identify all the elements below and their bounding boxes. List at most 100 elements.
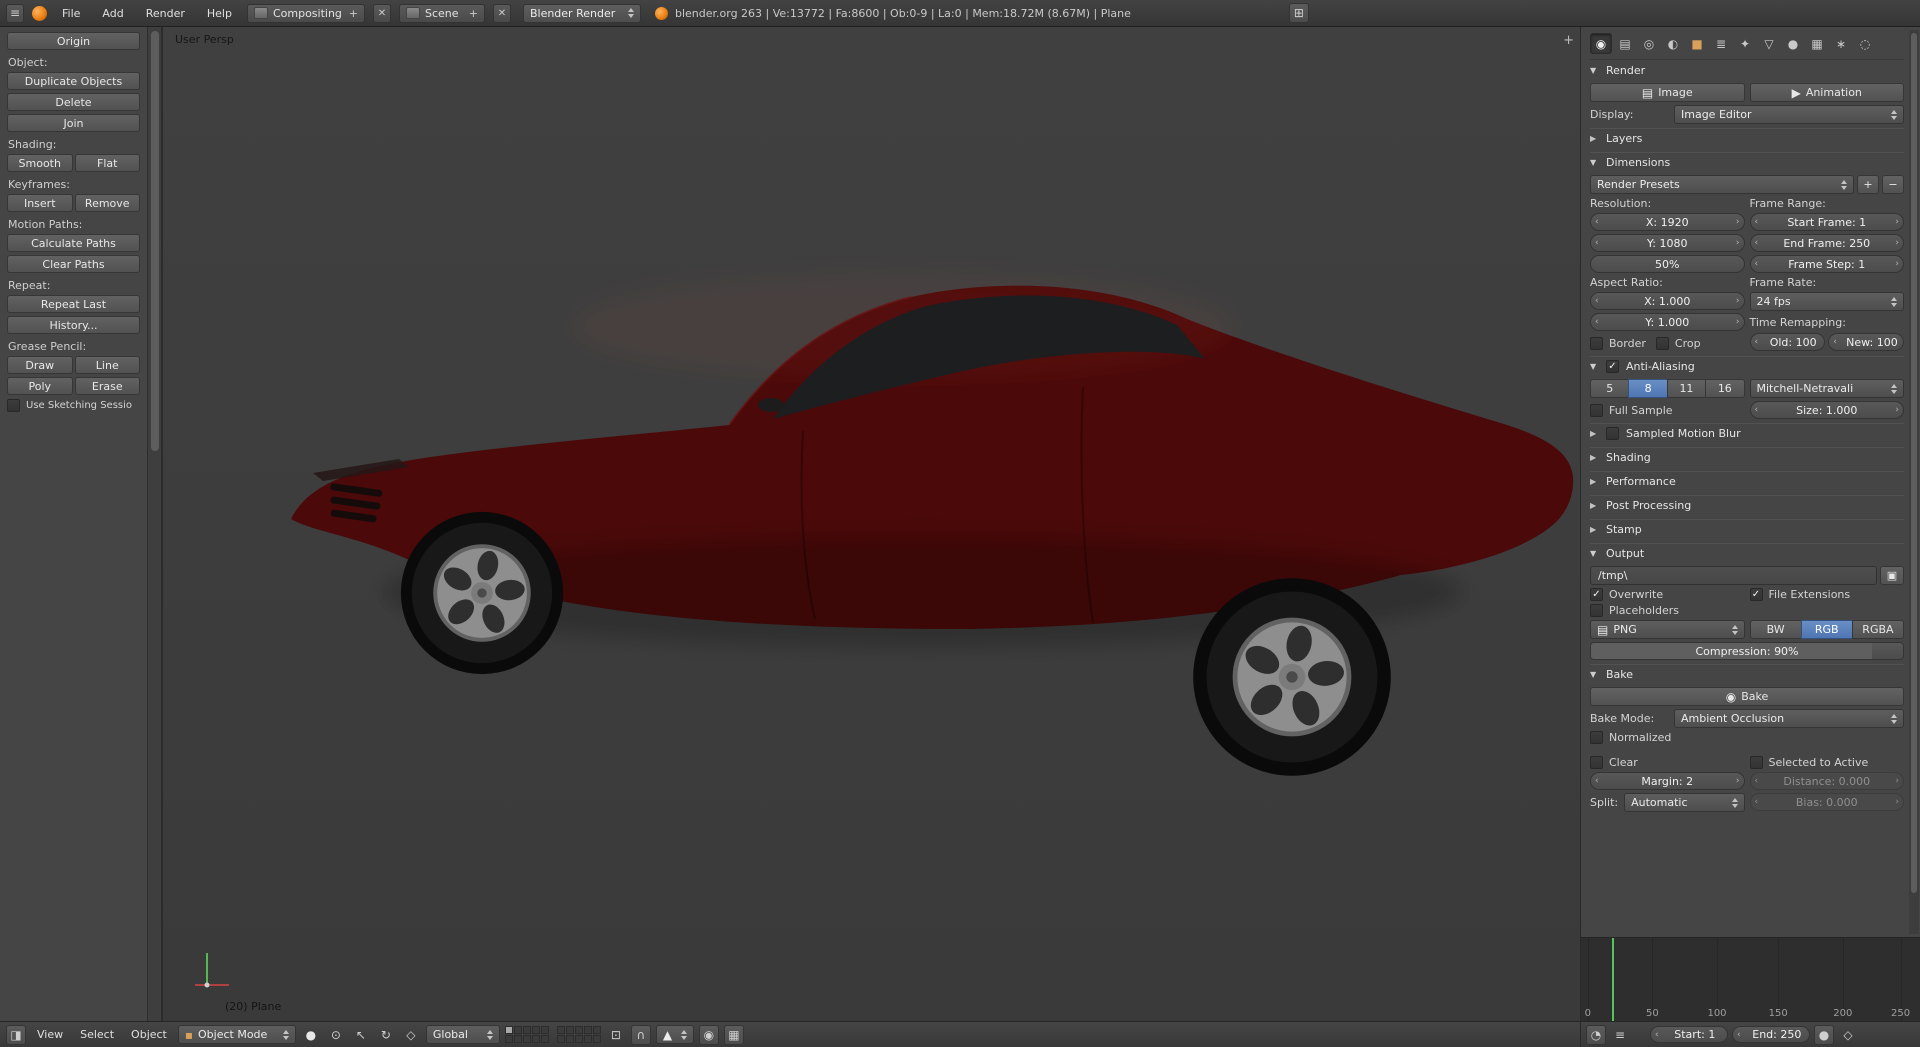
layer-dot[interactable] xyxy=(592,1026,601,1034)
viewport-shading-icon[interactable]: ● xyxy=(301,1025,321,1045)
tab-render[interactable]: ◉ xyxy=(1590,33,1612,54)
layer-dot[interactable] xyxy=(592,1035,601,1043)
render-animation-button[interactable]: ▶ Animation xyxy=(1749,83,1904,102)
border-checkbox[interactable] xyxy=(1590,336,1603,350)
display-dropdown[interactable]: Image Editor xyxy=(1674,105,1904,124)
layer-dot[interactable] xyxy=(574,1026,583,1034)
render-opengl-icon[interactable]: ◉ xyxy=(698,1024,719,1045)
aa-samples-8-button[interactable]: 8 xyxy=(1628,379,1668,398)
bake-button[interactable]: ◉ Bake xyxy=(1590,687,1904,706)
crop-checkbox[interactable] xyxy=(1655,336,1669,350)
end-frame-field[interactable]: ‹ End Frame: 250 › xyxy=(1749,234,1904,252)
layer-dot[interactable] xyxy=(574,1035,583,1043)
layer-dot[interactable] xyxy=(556,1026,565,1034)
smooth-button[interactable]: Smooth xyxy=(7,154,73,172)
split-dropdown[interactable]: Automatic xyxy=(1624,793,1745,812)
render-presets-dropdown[interactable]: Render Presets xyxy=(1590,175,1854,194)
panel-header-output[interactable]: ▼ Output xyxy=(1590,543,1904,563)
tab-physics[interactable]: ◌ xyxy=(1854,33,1876,54)
add-preset-button[interactable]: + xyxy=(1857,175,1879,194)
flat-button[interactable]: Flat xyxy=(74,154,140,172)
bake-mode-dropdown[interactable]: Ambient Occlusion xyxy=(1674,709,1904,728)
region-expand-plus-icon[interactable]: + xyxy=(1563,33,1574,48)
car-model-render[interactable] xyxy=(163,27,1580,1021)
frame-rate-dropdown[interactable]: 24 fps xyxy=(1749,292,1904,311)
menu-view[interactable]: View xyxy=(31,1026,69,1043)
layer-dot[interactable] xyxy=(522,1035,531,1043)
pivot-point-icon[interactable]: ⊙ xyxy=(326,1025,346,1045)
timeline-end-field[interactable]: ‹ End: 250 xyxy=(1732,1026,1810,1043)
keying-set-icon[interactable]: ◇ xyxy=(1838,1025,1858,1045)
render-opengl-anim-icon[interactable]: ▦ xyxy=(723,1024,744,1045)
calculate-paths-button[interactable]: Calculate Paths xyxy=(7,234,140,252)
overwrite-checkbox[interactable]: ✓ xyxy=(1590,588,1603,601)
snap-magnet-icon[interactable]: ∩ xyxy=(630,1024,651,1045)
tab-texture[interactable]: ▦ xyxy=(1806,33,1828,54)
bake-margin-field[interactable]: ‹ Margin: 2 › xyxy=(1590,772,1745,790)
window-duplicate-icon[interactable]: ⊞ xyxy=(1288,3,1309,23)
close-scene-button[interactable]: ✕ xyxy=(492,3,511,23)
mode-dropdown[interactable]: ▪ Object Mode xyxy=(177,1025,296,1044)
render-engine-dropdown[interactable]: Blender Render xyxy=(522,3,641,23)
tab-constraints[interactable]: ≣ xyxy=(1710,33,1732,54)
output-path-field[interactable]: /tmp\ xyxy=(1590,566,1877,585)
gp-poly-button[interactable]: Poly xyxy=(7,377,73,395)
tool-shelf-scrollbar[interactable] xyxy=(148,27,162,1021)
layers-widget[interactable] xyxy=(504,1026,601,1043)
editor-type-timeline-button[interactable]: ◔ xyxy=(1586,1024,1606,1045)
aa-samples-16-button[interactable]: 16 xyxy=(1705,379,1745,398)
layer-dot[interactable] xyxy=(565,1035,574,1043)
normalized-checkbox[interactable] xyxy=(1590,731,1603,744)
clear-paths-button[interactable]: Clear Paths xyxy=(7,255,140,273)
layer-dot[interactable] xyxy=(556,1035,565,1043)
auto-keyframe-record-icon[interactable]: ● xyxy=(1814,1024,1834,1045)
layer-dot[interactable] xyxy=(565,1026,574,1034)
time-remap-old-field[interactable]: ‹ Old: 100 xyxy=(1749,333,1826,351)
resolution-y-field[interactable]: ‹ Y: 1080 › xyxy=(1590,234,1745,252)
aa-samples-5-button[interactable]: 5 xyxy=(1590,379,1630,398)
editor-type-3dview-button[interactable]: ◨ xyxy=(6,1024,26,1045)
tab-material[interactable]: ● xyxy=(1782,33,1804,54)
panel-header-performance[interactable]: ▶ Performance xyxy=(1590,471,1904,491)
panel-header-post-processing[interactable]: ▶ Post Processing xyxy=(1590,495,1904,515)
manipulator-rotate-icon[interactable]: ↻ xyxy=(376,1025,396,1045)
gp-erase-button[interactable]: Erase xyxy=(74,377,140,395)
timeline-ruler[interactable]: 0 50 100 150 200 250 xyxy=(1581,937,1920,1021)
layer-dot[interactable] xyxy=(540,1026,549,1034)
selected-to-active-checkbox[interactable] xyxy=(1749,756,1763,769)
start-frame-field[interactable]: ‹ Start Frame: 1 › xyxy=(1749,213,1904,231)
layer-dot[interactable] xyxy=(513,1026,522,1034)
layer-dot[interactable] xyxy=(583,1026,592,1034)
menu-file[interactable]: File xyxy=(55,5,87,22)
layer-dot[interactable] xyxy=(522,1026,531,1034)
anti-aliasing-checkbox[interactable]: ✓ xyxy=(1606,360,1619,373)
tab-object[interactable]: ■ xyxy=(1686,33,1708,54)
tab-world[interactable]: ◐ xyxy=(1662,33,1684,54)
remove-preset-button[interactable]: − xyxy=(1882,175,1904,194)
color-rgba-button[interactable]: RGBA xyxy=(1851,620,1905,639)
panel-header-render[interactable]: ▼ Render xyxy=(1590,60,1904,80)
panel-header-dimensions[interactable]: ▼ Dimensions xyxy=(1590,152,1904,172)
duplicate-objects-button[interactable]: Duplicate Objects xyxy=(7,72,140,90)
scrollbar-handle[interactable] xyxy=(1911,33,1917,893)
gp-draw-button[interactable]: Draw xyxy=(7,356,73,374)
timeline-start-field[interactable]: ‹ Start: 1 xyxy=(1650,1026,1728,1043)
browse-folder-icon[interactable]: ▣ xyxy=(1880,566,1904,585)
tab-scene[interactable]: ◎ xyxy=(1638,33,1660,54)
scrollbar-handle[interactable] xyxy=(151,31,159,451)
aa-samples-11-button[interactable]: 11 xyxy=(1666,379,1707,398)
placeholders-checkbox[interactable] xyxy=(1590,604,1603,617)
transform-orientation-dropdown[interactable]: Global xyxy=(425,1025,500,1044)
color-bw-button[interactable]: BW xyxy=(1749,620,1802,639)
gp-line-button[interactable]: Line xyxy=(74,356,140,374)
snap-element-dropdown[interactable]: ▲ xyxy=(655,1025,694,1044)
layer-dot[interactable] xyxy=(540,1035,549,1043)
join-button[interactable]: Join xyxy=(7,114,140,132)
tab-particles[interactable]: ∗ xyxy=(1830,33,1852,54)
manipulator-translate-icon[interactable]: ↖ xyxy=(351,1025,371,1045)
panel-header-anti-aliasing[interactable]: ▼ ✓ Anti-Aliasing xyxy=(1590,356,1904,376)
file-extensions-checkbox[interactable]: ✓ xyxy=(1749,588,1763,601)
panel-header-sampled-motion-blur[interactable]: ▶ Sampled Motion Blur xyxy=(1590,423,1904,443)
menu-select[interactable]: Select xyxy=(74,1026,120,1043)
aspect-y-field[interactable]: ‹ Y: 1.000 › xyxy=(1590,313,1745,331)
